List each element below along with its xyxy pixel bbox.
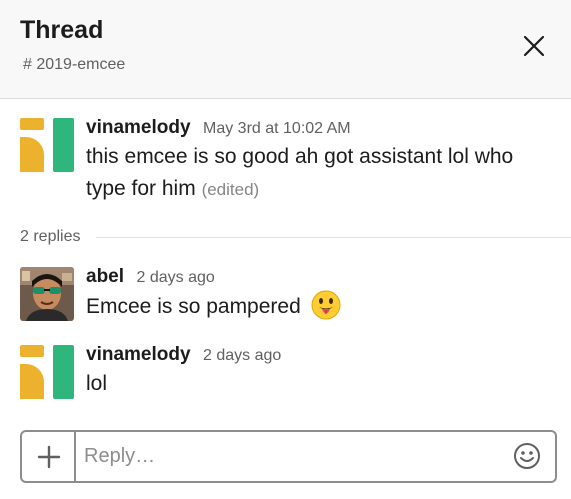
author-name[interactable]: abel — [86, 266, 124, 287]
message-body: abel 2 days ago Emcee is so pampered — [86, 266, 555, 323]
message-text: lol — [86, 368, 555, 400]
message-meta: vinamelody May 3rd at 10:02 AM — [86, 117, 555, 141]
reply-composer — [20, 430, 557, 483]
reply-input[interactable] — [84, 432, 504, 481]
channel-link[interactable]: # 2019-emcee — [23, 56, 125, 74]
timestamp[interactable]: May 3rd at 10:02 AM — [203, 120, 351, 137]
avatar[interactable] — [20, 345, 74, 399]
message-text-content: Emcee is so pampered — [86, 295, 301, 318]
thread-title: Thread — [20, 16, 104, 44]
timestamp[interactable]: 2 days ago — [203, 347, 281, 364]
timestamp[interactable]: 2 days ago — [136, 269, 214, 286]
message-text-content: lol — [86, 372, 108, 395]
message-body: vinamelody 2 days ago lol — [86, 344, 555, 400]
reply-count-divider: 2 replies — [20, 226, 571, 248]
thread-header: Thread # 2019-emcee — [0, 0, 571, 99]
parent-message[interactable]: vinamelody May 3rd at 10:02 AM this emce… — [0, 117, 571, 217]
message-text: Emcee is so pampered — [86, 290, 555, 323]
stuck-out-tongue-emoji — [311, 290, 341, 320]
message-meta: vinamelody 2 days ago — [86, 344, 555, 368]
reply-message[interactable]: abel 2 days ago Emcee is so pampered — [0, 266, 571, 330]
avatar[interactable] — [20, 118, 74, 172]
close-button[interactable] — [521, 33, 547, 59]
message-text-content: this emcee is so good ah got assistant l… — [86, 145, 514, 200]
emoji-picker-button[interactable] — [513, 442, 541, 470]
author-name[interactable]: vinamelody — [86, 117, 191, 138]
avatar[interactable] — [20, 267, 74, 321]
thread-panel: Thread # 2019-emcee vinamelody May 3rd a… — [0, 0, 571, 499]
attach-button[interactable] — [22, 432, 76, 481]
close-icon — [523, 35, 545, 57]
reply-count: 2 replies — [20, 228, 81, 245]
plus-icon — [37, 445, 61, 469]
author-name[interactable]: vinamelody — [86, 344, 191, 365]
reply-message[interactable]: vinamelody 2 days ago lol — [0, 344, 571, 408]
message-body: vinamelody May 3rd at 10:02 AM this emce… — [86, 117, 555, 206]
emoji-icon — [514, 443, 540, 469]
message-text: this emcee is so good ah got assistant l… — [86, 141, 555, 206]
edited-label: (edited) — [201, 180, 260, 199]
divider-line — [96, 236, 571, 238]
message-meta: abel 2 days ago — [86, 266, 555, 290]
